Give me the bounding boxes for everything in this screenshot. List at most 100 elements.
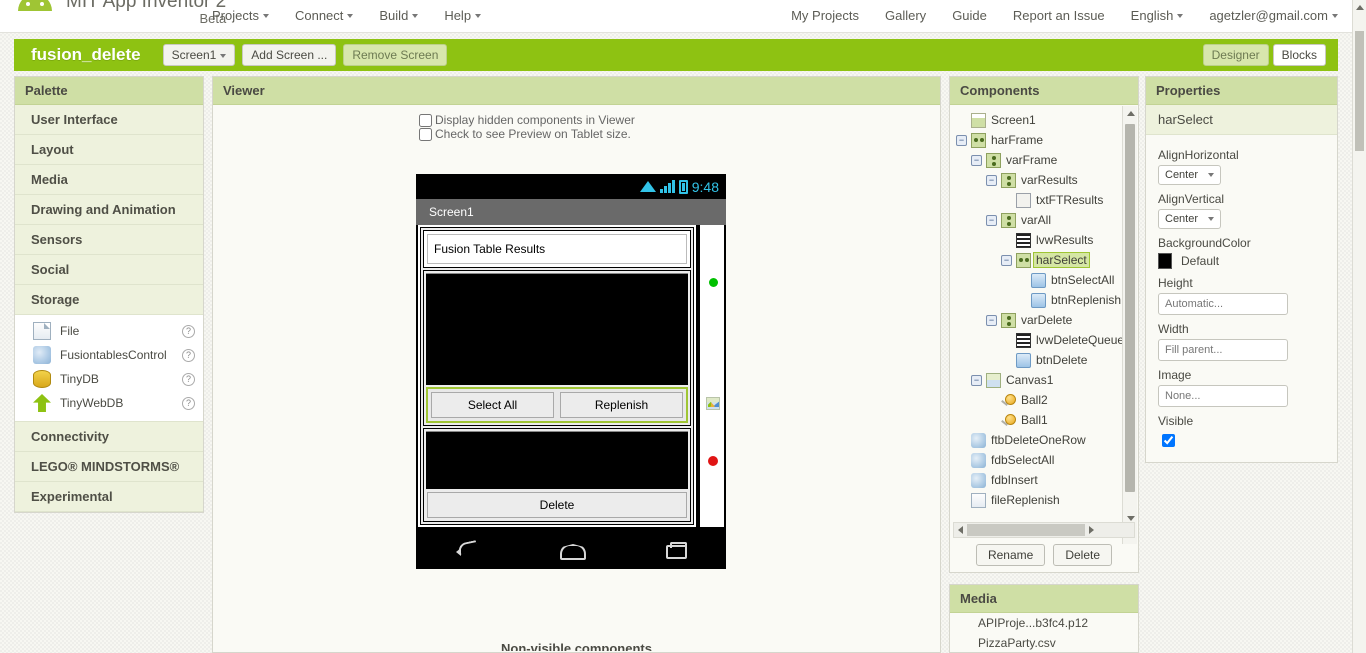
hscrollbar-thumb[interactable]: [967, 524, 1085, 536]
menu-build[interactable]: Build: [379, 8, 419, 23]
remove-screen-button[interactable]: Remove Screen: [343, 44, 448, 66]
property-checkbox-visible[interactable]: [1162, 434, 1175, 447]
page-scroll-up-arrow-icon[interactable]: [1353, 0, 1366, 14]
designer-tab-button[interactable]: Designer: [1202, 44, 1269, 66]
property-input-width[interactable]: Fill parent...: [1158, 339, 1288, 361]
tree-node-fdbselectall[interactable]: fdbSelectAll: [950, 450, 1138, 470]
nav-report-an-issue[interactable]: Report an Issue: [1013, 8, 1105, 23]
lvwresults-listview[interactable]: [426, 273, 688, 385]
tree-node-harframe[interactable]: − harFrame: [950, 130, 1138, 150]
property-select-alignvertical[interactable]: Center: [1158, 209, 1222, 229]
var-frame-arrangement[interactable]: Fusion Table Results Select All Replenis…: [420, 227, 694, 525]
component-tree-scrollbar[interactable]: [1122, 106, 1137, 544]
tree-collapse-toggle[interactable]: −: [986, 174, 997, 186]
scroll-right-arrow-icon[interactable]: [1089, 526, 1094, 534]
btnselectall-button[interactable]: Select All: [431, 392, 554, 418]
blocks-tab-button[interactable]: Blocks: [1272, 44, 1326, 66]
palette-category-user-interface[interactable]: User Interface: [15, 105, 203, 135]
ball1-sprite[interactable]: [708, 456, 718, 466]
palette-item-file[interactable]: File?: [15, 319, 203, 343]
tree-node-harselect[interactable]: − harSelect: [950, 250, 1138, 270]
palette-category-drawing-and-animation[interactable]: Drawing and Animation: [15, 195, 203, 225]
screen-selector-dropdown[interactable]: Screen1: [162, 44, 236, 66]
tree-node-btnselectall[interactable]: btnSelectAll: [950, 270, 1138, 290]
canvas1-canvas[interactable]: [698, 225, 726, 529]
var-all-arrangement[interactable]: Select All Replenish: [423, 270, 691, 426]
tree-collapse-toggle[interactable]: −: [986, 314, 997, 326]
help-icon[interactable]: ?: [182, 324, 195, 338]
rename-button[interactable]: Rename: [975, 544, 1046, 566]
property-input-image[interactable]: None...: [1158, 385, 1288, 407]
tree-collapse-toggle[interactable]: −: [986, 214, 997, 226]
scroll-left-arrow-icon[interactable]: [958, 526, 963, 534]
txtftresults-textbox[interactable]: Fusion Table Results: [427, 234, 687, 264]
nav-my-projects[interactable]: My Projects: [791, 8, 859, 23]
palette-category-sensors[interactable]: Sensors: [15, 225, 203, 255]
palette-item-tinywebdb[interactable]: TinyWebDB?: [15, 391, 203, 415]
palette-category-layout[interactable]: Layout: [15, 135, 203, 165]
nav-gallery[interactable]: Gallery: [885, 8, 926, 23]
btnreplenish-button[interactable]: Replenish: [560, 392, 683, 418]
tablet-preview-checkbox[interactable]: [419, 127, 432, 141]
component-tree-hscrollbar[interactable]: [953, 522, 1135, 538]
menu-connect[interactable]: Connect: [295, 8, 354, 23]
display-hidden-components-checkbox[interactable]: [419, 113, 432, 127]
tree-node-screen1[interactable]: Screen1: [950, 110, 1138, 130]
tree-node-canvas1[interactable]: − Canvas1: [950, 370, 1138, 390]
media-item[interactable]: PizzaParty.csv: [950, 633, 1138, 653]
color-swatch[interactable]: [1158, 253, 1172, 269]
var-results-arrangement[interactable]: Fusion Table Results: [423, 230, 691, 268]
menu-projects[interactable]: Projects: [212, 8, 269, 23]
tree-node-lvwdeletequeue[interactable]: lvwDeleteQueue: [950, 330, 1138, 350]
tree-collapse-toggle[interactable]: −: [1001, 254, 1012, 266]
btndelete-button[interactable]: Delete: [427, 492, 687, 518]
tree-node-varframe[interactable]: − varFrame: [950, 150, 1138, 170]
palette-category-connectivity[interactable]: Connectivity: [15, 422, 203, 452]
var-delete-arrangement[interactable]: Delete: [423, 428, 691, 522]
tree-node-vardelete[interactable]: − varDelete: [950, 310, 1138, 330]
tree-node-btnreplenish[interactable]: btnReplenish: [950, 290, 1138, 310]
palette-category-social[interactable]: Social: [15, 255, 203, 285]
tree-node-fdbinsert[interactable]: fdbInsert: [950, 470, 1138, 490]
scroll-up-arrow-icon[interactable]: [1123, 106, 1138, 121]
media-item[interactable]: APIProje...b3fc4.p12: [950, 613, 1138, 633]
help-icon[interactable]: ?: [182, 348, 195, 362]
nav-guide[interactable]: Guide: [952, 8, 987, 23]
nav-agetzler-gmail-com[interactable]: agetzler@gmail.com: [1209, 8, 1338, 23]
add-screen-button[interactable]: Add Screen ...: [242, 44, 337, 66]
tree-node-varall[interactable]: − varAll: [950, 210, 1138, 230]
palette-item-tinydb[interactable]: TinyDB?: [15, 367, 203, 391]
property-color-backgroundcolor[interactable]: Default: [1158, 253, 1325, 269]
palette-category-experimental[interactable]: Experimental: [15, 482, 203, 512]
tree-collapse-toggle[interactable]: −: [971, 374, 982, 386]
tree-node-ball2[interactable]: Ball2: [950, 390, 1138, 410]
property-select-alignhorizontal[interactable]: Center: [1158, 165, 1222, 185]
tree-node-ftbdeleteonerow[interactable]: ftbDeleteOneRow: [950, 430, 1138, 450]
menu-help[interactable]: Help: [444, 8, 482, 23]
tree-collapse-toggle[interactable]: −: [956, 134, 967, 146]
property-input-height[interactable]: Automatic...: [1158, 293, 1288, 315]
display-hidden-components-checkbox-row[interactable]: Display hidden components in Viewer: [419, 113, 940, 127]
scrollbar-thumb[interactable]: [1125, 124, 1135, 492]
tree-node-ball1[interactable]: Ball1: [950, 410, 1138, 430]
delete-button[interactable]: Delete: [1053, 544, 1113, 566]
tablet-preview-checkbox-row[interactable]: Check to see Preview on Tablet size.: [419, 127, 940, 141]
tree-node-lvwresults[interactable]: lvwResults: [950, 230, 1138, 250]
nav-english[interactable]: English: [1131, 8, 1184, 23]
help-icon[interactable]: ?: [182, 396, 195, 410]
palette-category-lego-mindstorms[interactable]: LEGO® MINDSTORMS®: [15, 452, 203, 482]
lvwdeletequeue-listview[interactable]: [426, 431, 688, 489]
page-scrollbar[interactable]: [1352, 0, 1366, 653]
palette-item-fusiontablescontrol[interactable]: FusiontablesControl?: [15, 343, 203, 367]
tree-node-btndelete[interactable]: btnDelete: [950, 350, 1138, 370]
tree-collapse-toggle[interactable]: −: [971, 154, 982, 166]
palette-category-media[interactable]: Media: [15, 165, 203, 195]
harselect-arrangement[interactable]: Select All Replenish: [426, 387, 688, 423]
palette-category-storage[interactable]: Storage: [15, 285, 203, 315]
har-frame-arrangement[interactable]: Fusion Table Results Select All Replenis…: [416, 225, 698, 529]
page-scrollbar-thumb[interactable]: [1355, 31, 1364, 151]
tree-node-varresults[interactable]: − varResults: [950, 170, 1138, 190]
ball2-sprite[interactable]: [709, 278, 718, 287]
tree-node-filereplenish[interactable]: fileReplenish: [950, 490, 1138, 510]
tree-node-txtftresults[interactable]: txtFTResults: [950, 190, 1138, 210]
